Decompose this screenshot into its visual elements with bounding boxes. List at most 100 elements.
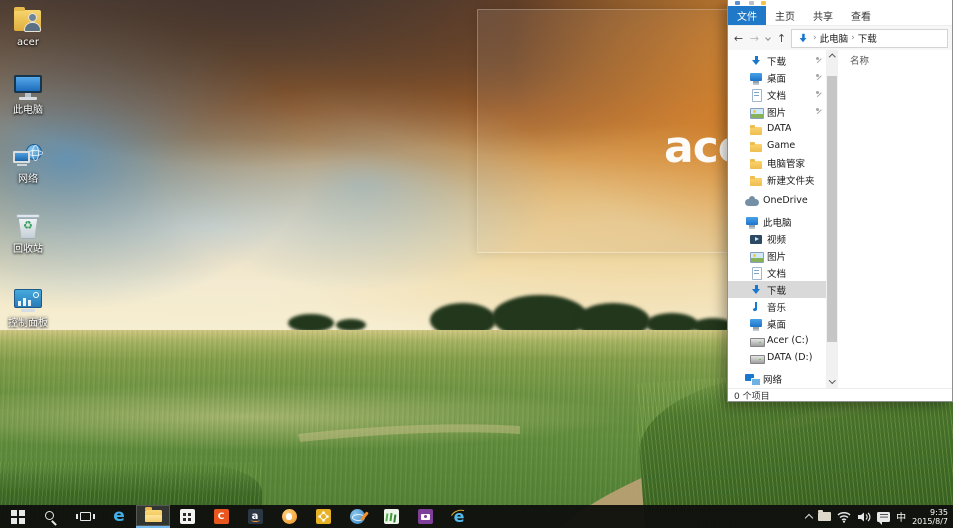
search-button[interactable] [34, 505, 68, 528]
downloads-icon [749, 283, 763, 297]
music-icon [749, 300, 763, 314]
folder-icon [749, 156, 763, 170]
task-view-button[interactable] [68, 505, 102, 528]
pin-icon [810, 73, 820, 83]
nav-item-desktop-pinned[interactable]: 桌面 [728, 69, 826, 86]
system-tray: 中 9:35 2015/8/7 [806, 505, 953, 528]
tab-share[interactable]: 共享 [804, 6, 842, 25]
search-icon [45, 511, 54, 520]
desktop-icon-label: 控制面板 [0, 318, 56, 329]
desktop-icon-network[interactable]: 网络 [0, 142, 56, 185]
network-icon [745, 372, 759, 386]
pin-icon [810, 90, 820, 100]
file-explorer-icon [145, 510, 162, 522]
tray-folder-icon[interactable] [818, 512, 831, 521]
address-bar[interactable]: › 此电脑 › 下载 [791, 29, 948, 48]
tray-time: 9:35 [912, 508, 948, 517]
nav-item-new-folder[interactable]: 新建文件夹 [728, 171, 826, 188]
wifi-icon[interactable] [837, 511, 851, 523]
nav-item-pictures[interactable]: 图片 [728, 247, 826, 264]
forward-button[interactable]: → [748, 32, 761, 45]
breadcrumb-separator: › [813, 33, 817, 43]
desktop-icon-recycle-bin[interactable]: ♻ 回收站 [0, 212, 56, 255]
tab-view[interactable]: 查看 [842, 6, 880, 25]
orange-round-app-icon [282, 509, 297, 524]
back-button[interactable]: ← [732, 32, 745, 45]
quick-access-toolbar-icon[interactable] [749, 1, 754, 5]
nav-item-onedrive[interactable]: OneDrive [728, 192, 826, 209]
nav-item-downloads-pinned[interactable]: 下载 [728, 52, 826, 69]
quick-access-toolbar-icon[interactable] [735, 1, 740, 5]
show-hidden-icons-chevron[interactable] [805, 514, 813, 522]
scrollbar-up-button[interactable] [826, 50, 838, 62]
taskbar-gear-app[interactable] [306, 505, 340, 528]
desktop-icon-label: acer [0, 37, 56, 48]
taskbar-plants-app[interactable] [374, 505, 408, 528]
desktop-icon-control-panel[interactable]: 控制面板 [0, 286, 56, 329]
desktop-icon-this-pc[interactable]: 此电脑 [0, 73, 56, 116]
folder-icon [749, 139, 763, 153]
tab-home[interactable]: 主页 [766, 6, 804, 25]
network-icon [12, 142, 44, 172]
ime-indicator[interactable]: 中 [896, 509, 906, 524]
edge-icon: e [113, 508, 125, 525]
nav-item-this-pc[interactable]: 此电脑 [728, 213, 826, 230]
nav-item-documents-pinned[interactable]: 文档 [728, 86, 826, 103]
user-folder-icon [12, 5, 44, 35]
downloads-location-icon [797, 32, 809, 44]
breadcrumb-downloads[interactable]: 下载 [858, 31, 877, 45]
taskbar-amazon[interactable]: a [238, 505, 272, 528]
taskbar-file-explorer-active[interactable] [136, 505, 170, 528]
start-button[interactable] [0, 505, 34, 528]
nav-item-data-folder[interactable]: DATA [728, 120, 826, 137]
nav-item-videos[interactable]: 视频 [728, 230, 826, 247]
nav-item-downloads-selected[interactable]: 下载 [728, 281, 826, 298]
scrollbar-down-button[interactable] [826, 376, 838, 388]
this-pc-icon [745, 215, 759, 229]
taskbar-orange-round-app[interactable] [272, 505, 306, 528]
nav-item-pictures-pinned[interactable]: 图片 [728, 103, 826, 120]
pin-icon [810, 107, 820, 117]
nav-item-data-d-drive[interactable]: DATA (D:) [728, 349, 826, 366]
nav-item-acer-c-drive[interactable]: Acer (C:) [728, 332, 826, 349]
nav-item-documents[interactable]: 文档 [728, 264, 826, 281]
ribbon-tab-strip: 文件 主页 共享 查看 [728, 6, 952, 26]
breadcrumb-this-pc[interactable]: 此电脑 [820, 31, 849, 45]
column-header-name[interactable]: 名称 [850, 53, 869, 67]
taskbar-internet-explorer[interactable]: e [442, 505, 476, 528]
taskbar-globe-pen-app[interactable] [340, 505, 374, 528]
desktop-icon [749, 317, 763, 331]
taskbar-orange-c-app[interactable]: C [204, 505, 238, 528]
taskbar-reader-app[interactable] [170, 505, 204, 528]
clock[interactable]: 9:35 2015/8/7 [912, 508, 948, 526]
documents-icon [749, 88, 763, 102]
nav-item-pc-manager-folder[interactable]: 电脑管家 [728, 154, 826, 171]
gear-app-icon [316, 509, 331, 524]
up-button[interactable]: ↑ [775, 32, 788, 45]
desktop-icon-acer[interactable]: acer [0, 5, 56, 48]
volume-icon[interactable] [857, 511, 871, 523]
pictures-icon [749, 249, 763, 263]
nav-item-game-folder[interactable]: Game [728, 137, 826, 154]
nav-scrollbar[interactable] [826, 50, 838, 388]
action-center-icon[interactable] [877, 512, 890, 522]
taskbar-edge[interactable]: e [102, 505, 136, 528]
taskbar-purple-camera-app[interactable] [408, 505, 442, 528]
amazon-icon: a [248, 509, 263, 524]
recycle-bin-icon: ♻ [12, 212, 44, 242]
nav-item-music[interactable]: 音乐 [728, 298, 826, 315]
window-titlebar[interactable] [728, 0, 952, 6]
folder-icon [749, 173, 763, 187]
recent-locations-dropdown[interactable] [764, 32, 772, 45]
desktop-icon [749, 71, 763, 85]
file-list-area[interactable]: 名称 [838, 50, 952, 388]
drive-icon [749, 351, 763, 365]
windows-logo-icon [11, 510, 17, 516]
task-view-icon [80, 512, 91, 521]
tab-file[interactable]: 文件 [728, 6, 766, 25]
drive-icon [749, 334, 763, 348]
scrollbar-thumb[interactable] [827, 76, 837, 342]
videos-icon [749, 232, 763, 246]
nav-item-network[interactable]: 网络 [728, 370, 826, 387]
nav-item-desktop[interactable]: 桌面 [728, 315, 826, 332]
